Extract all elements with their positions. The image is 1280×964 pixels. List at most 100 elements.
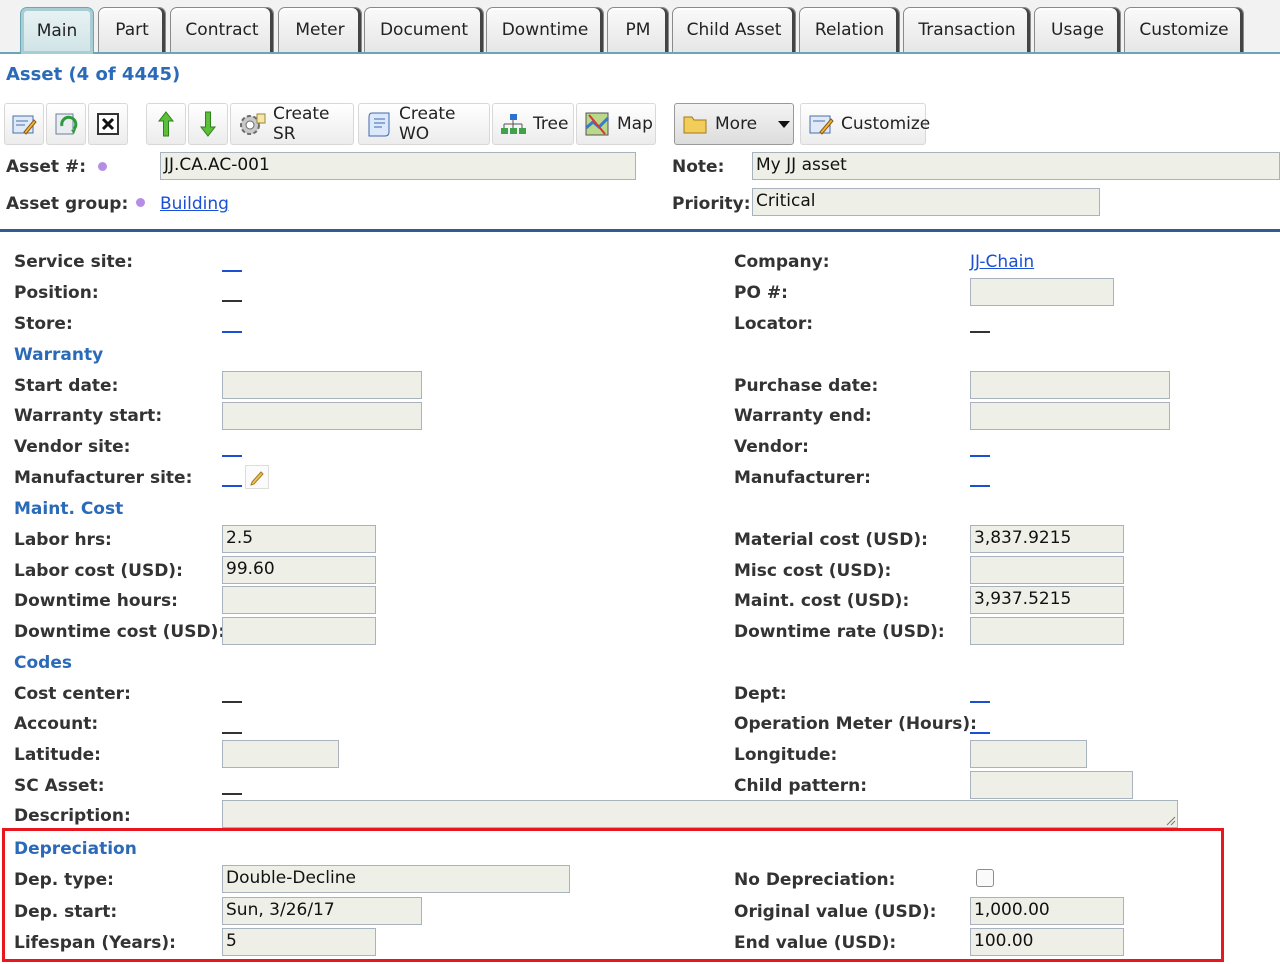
map-icon [585, 112, 610, 136]
material-cost-field[interactable]: 3,837.9215 [970, 525, 1124, 553]
edit-manufacturer-site-button[interactable] [245, 465, 269, 489]
depreciation-section-title: Depreciation [14, 839, 137, 859]
required-indicator [98, 162, 107, 171]
edit-icon [12, 115, 37, 135]
manufacturer-site-link[interactable] [222, 485, 242, 487]
start-date-label: Start date: [14, 376, 119, 396]
map-button[interactable]: Map [576, 103, 656, 145]
purchase-date-label: Purchase date: [734, 376, 879, 396]
dep-type-label: Dep. type: [14, 870, 114, 890]
longitude-field[interactable] [970, 740, 1087, 768]
downtime-rate-field[interactable] [970, 617, 1124, 645]
original-value-label: Original value (USD): [734, 902, 937, 922]
downtime-rate-label: Downtime rate (USD): [734, 622, 945, 642]
tab-usage[interactable]: Usage [1034, 7, 1121, 52]
manufacturer-link[interactable] [970, 485, 990, 487]
position-value [222, 300, 242, 302]
tab-pm[interactable]: PM [607, 7, 669, 52]
latitude-field[interactable] [222, 740, 339, 768]
operation-meter-link[interactable] [970, 732, 990, 734]
refresh-button[interactable] [46, 103, 86, 145]
downtime-cost-field[interactable] [222, 617, 376, 645]
note-field[interactable]: My JJ asset [752, 152, 1280, 180]
warranty-end-field[interactable] [970, 402, 1170, 430]
start-date-field[interactable] [222, 371, 422, 399]
downtime-hours-field[interactable] [222, 586, 376, 614]
original-value-field[interactable]: 1,000.00 [970, 897, 1124, 925]
asset-group-link[interactable]: Building [160, 194, 229, 214]
tab-meter[interactable]: Meter [278, 7, 362, 52]
folder-icon [683, 116, 707, 134]
gear-icon [240, 113, 266, 135]
asset-group-label: Asset group: [6, 194, 129, 214]
tab-part[interactable]: Part [98, 7, 166, 52]
page-title: Asset (4 of 4445) [6, 64, 181, 85]
child-pattern-field[interactable] [970, 771, 1133, 799]
create-sr-button[interactable]: Create SR [230, 103, 354, 145]
misc-cost-field[interactable] [970, 556, 1124, 584]
longitude-label: Longitude: [734, 745, 838, 765]
customize-label: Customize [841, 114, 931, 134]
tab-relation[interactable]: Relation [799, 7, 900, 52]
purchase-date-field[interactable] [970, 371, 1170, 399]
resize-handle-icon[interactable] [1164, 814, 1176, 826]
dept-label: Dept: [734, 684, 787, 704]
edit-button[interactable] [4, 103, 44, 145]
tab-main[interactable]: Main [20, 7, 94, 54]
dept-link[interactable] [970, 701, 990, 703]
lifespan-field[interactable]: 5 [222, 928, 376, 956]
no-depreciation-checkbox[interactable] [976, 869, 994, 887]
more-label: More [715, 114, 758, 134]
asset-number-field[interactable]: JJ.CA.AC-001 [160, 152, 636, 180]
lifespan-label: Lifespan (Years): [14, 933, 176, 953]
previous-record-button[interactable] [146, 103, 186, 145]
tab-child-asset[interactable]: Child Asset [672, 7, 796, 52]
company-link[interactable]: JJ-Chain [970, 252, 1034, 272]
downtime-cost-label: Downtime cost (USD): [14, 622, 226, 642]
downtime-hours-label: Downtime hours: [14, 591, 178, 611]
close-icon [97, 113, 119, 135]
latitude-label: Latitude: [14, 745, 101, 765]
tab-transaction[interactable]: Transaction [903, 7, 1031, 52]
dep-start-field[interactable]: Sun, 3/26/17 [222, 897, 422, 925]
tree-icon [501, 114, 526, 134]
tree-button[interactable]: Tree [492, 103, 574, 145]
maint-cost-field[interactable]: 3,937.5215 [970, 586, 1124, 614]
create-wo-button[interactable]: Create WO [358, 103, 490, 145]
service-site-label: Service site: [14, 252, 133, 272]
description-field[interactable] [222, 800, 1178, 828]
arrow-down-icon [199, 111, 217, 137]
sc-asset-label: SC Asset: [14, 776, 105, 796]
operation-meter-label: Operation Meter (Hours): [734, 714, 977, 734]
labor-hrs-field[interactable]: 2.5 [222, 525, 376, 553]
tab-bar: Main Part Contract Meter Document Downti… [0, 0, 1280, 54]
service-site-link[interactable] [222, 270, 242, 272]
cost-center-value [222, 701, 242, 703]
po-number-field[interactable] [970, 278, 1114, 306]
priority-field[interactable]: Critical [752, 188, 1100, 216]
tab-document[interactable]: Document [364, 7, 484, 52]
warranty-start-field[interactable] [222, 402, 422, 430]
no-depreciation-label: No Depreciation: [734, 870, 896, 890]
close-button[interactable] [88, 103, 128, 145]
position-label: Position: [14, 283, 99, 303]
more-dropdown[interactable]: More [674, 103, 794, 145]
account-value [222, 732, 242, 734]
material-cost-label: Material cost (USD): [734, 530, 928, 550]
next-record-button[interactable] [188, 103, 228, 145]
dep-type-field[interactable]: Double-Decline [222, 865, 570, 893]
description-label: Description: [14, 806, 131, 826]
maint-cost-label: Maint. cost (USD): [734, 591, 910, 611]
end-value-field[interactable]: 100.00 [970, 928, 1124, 956]
labor-cost-label: Labor cost (USD): [14, 561, 183, 581]
vendor-link[interactable] [970, 455, 990, 457]
customize-button[interactable]: Customize [800, 103, 930, 145]
vendor-site-link[interactable] [222, 455, 242, 457]
scroll-icon [368, 112, 390, 137]
tab-customize[interactable]: Customize [1124, 7, 1244, 52]
tab-downtime[interactable]: Downtime [486, 7, 604, 52]
header-divider [0, 229, 1280, 232]
labor-cost-field[interactable]: 99.60 [222, 556, 376, 584]
tab-contract[interactable]: Contract [170, 7, 274, 52]
store-link[interactable] [222, 331, 242, 333]
